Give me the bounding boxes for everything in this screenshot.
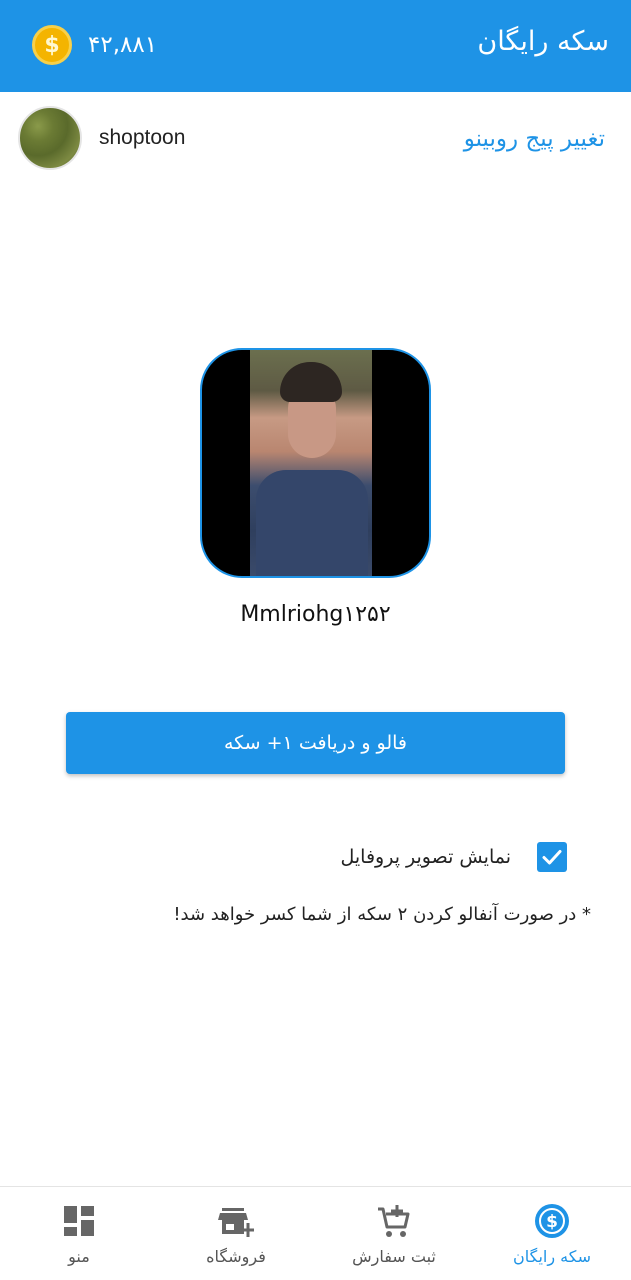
target-username: Mmlriohg۱۲۵۲ xyxy=(240,602,391,627)
follow-button[interactable]: فالو و دریافت ۱+ سکه xyxy=(66,712,565,774)
svg-text:$: $ xyxy=(546,1212,558,1232)
nav-item-menu[interactable]: منو xyxy=(0,1187,158,1280)
target-profile-picture xyxy=(200,348,431,578)
store-add-icon xyxy=(218,1208,254,1237)
profile-photo xyxy=(250,350,372,576)
coin-symbol: $ xyxy=(32,25,72,65)
nav-item-store[interactable]: فروشگاه xyxy=(157,1187,315,1280)
checkmark-icon xyxy=(542,850,562,865)
photo-hair xyxy=(280,362,342,402)
unfollow-penalty-note: * در صورت آنفالو کردن ۲ سکه از شما کسر خ… xyxy=(173,904,591,925)
nav-label-free-coins: سکه رایگان xyxy=(513,1247,591,1266)
cart-add-icon xyxy=(378,1205,410,1237)
page-title: سکه رایگان xyxy=(477,26,609,57)
account-row: shoptoon تغییر پیج روبینو xyxy=(0,92,631,188)
nav-label-store: فروشگاه xyxy=(206,1247,266,1266)
change-page-link[interactable]: تغییر پیج روبینو xyxy=(464,126,605,152)
account-avatar xyxy=(18,106,82,170)
nav-item-place-order[interactable]: ثبت سفارش xyxy=(315,1187,473,1280)
nav-item-free-coins[interactable]: $ سکه رایگان xyxy=(473,1187,631,1280)
nav-label-place-order: ثبت سفارش xyxy=(352,1247,436,1266)
photo-shirt xyxy=(256,470,368,576)
coin-icon: $ xyxy=(32,25,72,65)
bottom-navigation: $ سکه رایگان ثبت سفارش فروشگاه منو xyxy=(0,1186,631,1280)
coin-balance: ۴۲,۸۸۱ xyxy=(88,32,158,58)
app-bar: سکه رایگان $ ۴۲,۸۸۱ xyxy=(0,0,631,92)
account-username: shoptoon xyxy=(99,126,186,149)
dashboard-icon xyxy=(64,1206,94,1236)
nav-label-menu: منو xyxy=(68,1247,90,1266)
show-profile-picture-checkbox[interactable] xyxy=(537,842,567,872)
show-profile-picture-label[interactable]: نمایش تصویر پروفایل xyxy=(341,846,512,868)
dollar-coin-icon: $ xyxy=(535,1204,569,1238)
